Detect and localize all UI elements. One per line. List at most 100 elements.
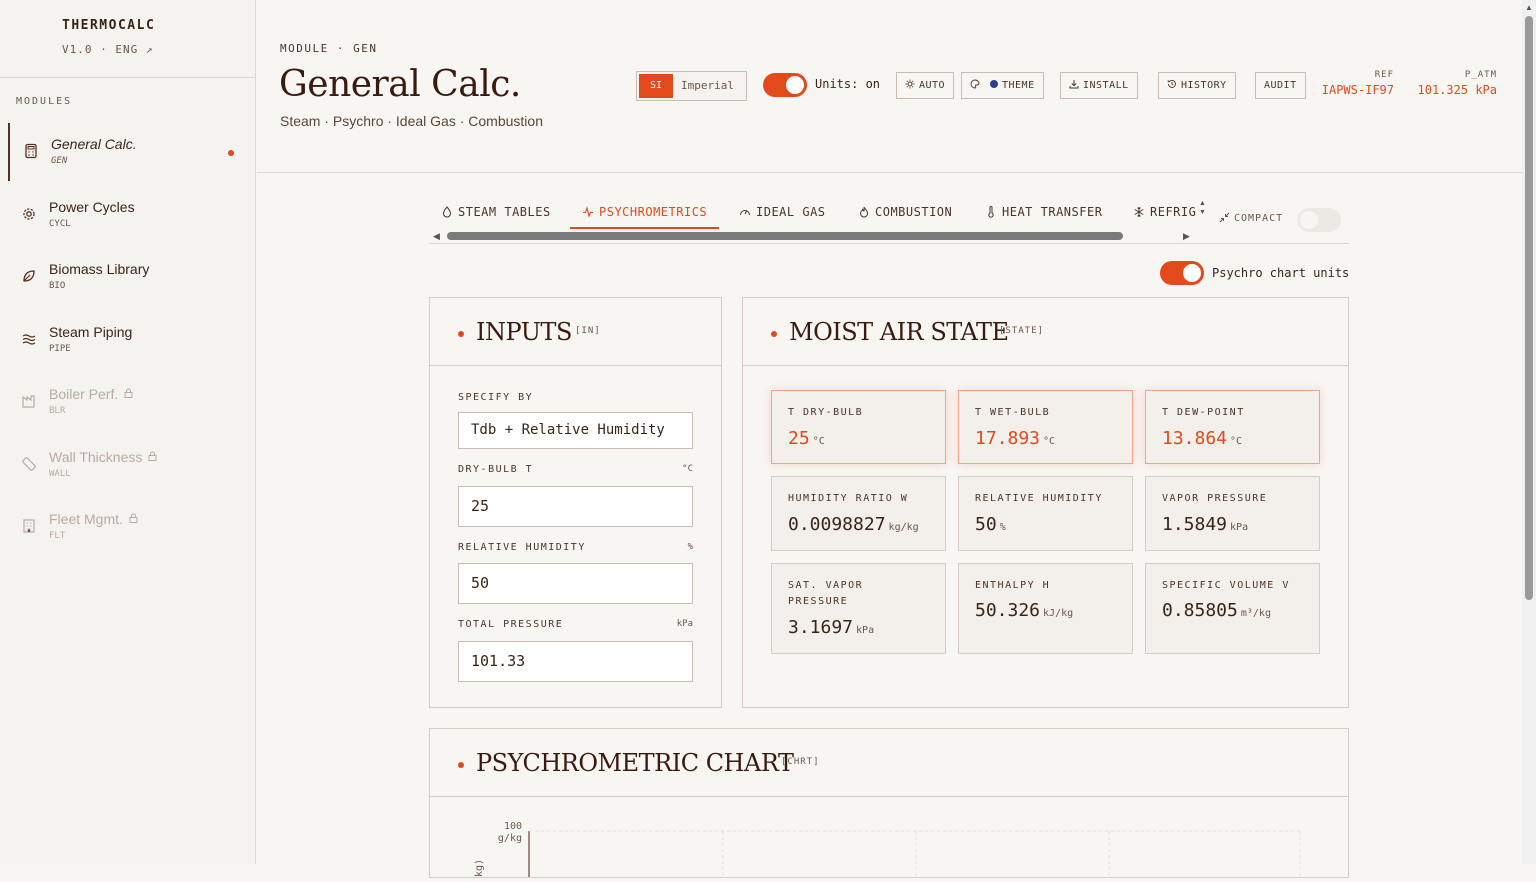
compact-toggle[interactable] — [1297, 208, 1341, 232]
result-unit: kg/kg — [888, 522, 919, 533]
auto-button[interactable]: AUTO — [896, 72, 955, 99]
sidebar-item-label-text: Boiler Perf. — [49, 386, 119, 402]
tabs-scrollbar[interactable]: ◀ ▶ — [429, 230, 1211, 242]
compact-toggle-label[interactable]: COMPACT — [1219, 212, 1283, 224]
brand[interactable]: THERMOCALC V1.0 · ENG ↗ — [62, 18, 155, 56]
result-label: SAT. VAPOR PRESSURE — [788, 580, 864, 607]
auto-button-label: AUTO — [919, 80, 946, 91]
app-name: THERMOCALC — [62, 18, 156, 33]
result-value: 0.0098827 kg/kg — [788, 514, 919, 535]
tabs-stepper-icon[interactable]: ▲ ▼ — [1199, 199, 1206, 217]
units-toggle[interactable] — [763, 73, 807, 97]
result-value: 25 °C — [788, 428, 825, 449]
theme-button[interactable]: THEME — [961, 72, 1044, 99]
ruler-icon — [22, 457, 36, 471]
tabs-scroll-thumb[interactable] — [447, 232, 1123, 240]
sidebar-item-wall-thickness[interactable]: Wall Thickness WALL — [8, 436, 246, 494]
result-card-tdb: T DRY-BULB 25 °C — [771, 390, 946, 464]
result-unit: kPa — [856, 625, 875, 636]
result-number: 50 — [975, 514, 997, 535]
tab-psychrometrics[interactable]: PSYCHROMETRICS — [570, 196, 720, 229]
flame-icon — [859, 206, 869, 218]
sidebar-item-label: Power Cycles — [49, 199, 135, 215]
install-button-label: INSTALL — [1083, 80, 1129, 91]
ref-readout: REF IAPWS-IF97 — [1321, 70, 1394, 97]
result-label: T DRY-BULB — [788, 407, 864, 418]
result-value: 17.893 °C — [975, 428, 1055, 449]
tab-refrig[interactable]: REFRIG — [1133, 196, 1196, 229]
result-unit: °C — [1043, 436, 1056, 447]
unit-system-selector: SI Imperial — [636, 71, 747, 101]
pressure-label: TOTAL PRESSURE — [458, 619, 564, 630]
result-number: 0.85805 — [1162, 600, 1238, 621]
moist-air-state-panel: MOIST AIR STATE [STATE] T DRY-BULB 25 °C … — [742, 297, 1349, 708]
tab-label: PSYCHROMETRICS — [599, 205, 708, 219]
result-value: 0.85805 m³/kg — [1162, 600, 1271, 621]
ref-label: REF — [1374, 70, 1394, 80]
scroll-up-icon[interactable]: ▲ — [1525, 3, 1533, 12]
scroll-left-icon[interactable]: ◀ — [433, 231, 440, 242]
specify-by-select[interactable]: Tdb + Relative Humidity — [458, 412, 693, 449]
scroll-right-icon[interactable]: ▶ — [1183, 231, 1190, 242]
page-title: General Calc. — [279, 64, 521, 105]
tab-label: HEAT TRANSFER — [1002, 205, 1103, 219]
sidebar-heading: MODULES — [16, 96, 73, 107]
inputs-title: INPUTS — [476, 318, 572, 346]
y-tick-unit: g/kg — [498, 833, 522, 844]
app-version[interactable]: V1.0 · ENG ↗ — [62, 43, 155, 56]
specify-by-label: SPECIFY BY — [458, 392, 534, 403]
waves-icon — [22, 334, 36, 345]
si-option[interactable]: SI — [639, 74, 673, 98]
result-card-vapor-pressure: VAPOR PRESSURE 1.5849 kPa — [1145, 476, 1320, 551]
history-icon — [1167, 80, 1176, 88]
sidebar-item-code: FLT — [49, 531, 66, 541]
sidebar-item-label: Steam Piping — [49, 324, 133, 340]
result-unit: kPa — [1230, 522, 1249, 533]
audit-button[interactable]: AUDIT — [1255, 72, 1306, 99]
history-button-label: HISTORY — [1181, 80, 1227, 91]
tab-label: STEAM TABLES — [458, 205, 551, 219]
result-label: ENTHALPY H — [975, 580, 1051, 591]
calc-tabs: STEAM TABLES PSYCHROMETRICS IDEAL GAS CO… — [429, 196, 1211, 230]
droplet-icon — [442, 206, 452, 218]
sidebar-item-biomass-library[interactable]: Biomass Library BIO — [8, 248, 246, 306]
result-number: 13.864 — [1162, 428, 1228, 449]
sidebar-item-boiler-perf[interactable]: Boiler Perf. BLR — [8, 373, 246, 431]
psychro-units-toggle[interactable] — [1160, 261, 1204, 285]
rh-label: RELATIVE HUMIDITY — [458, 542, 586, 553]
sidebar-item-power-cycles[interactable]: Power Cycles CYCL — [8, 186, 246, 244]
minimize-icon — [1219, 212, 1230, 223]
state-tag: [STATE] — [999, 326, 1044, 336]
sidebar-item-general-calc[interactable]: General Calc. GEN — [8, 123, 246, 181]
page-scroll-thumb[interactable] — [1525, 16, 1533, 600]
chart-panel-header: PSYCHROMETRIC CHART [CHRT] — [430, 729, 1348, 797]
gauge-icon — [740, 210, 750, 216]
result-unit: kJ/kg — [1043, 608, 1074, 619]
tab-steam-tables[interactable]: STEAM TABLES — [441, 196, 551, 229]
calculator-icon — [25, 143, 37, 159]
tab-combustion[interactable]: COMBUSTION — [858, 196, 952, 229]
sidebar-item-fleet-mgmt[interactable]: Fleet Mgmt. FLT — [8, 498, 246, 556]
result-value: 3.1697 kPa — [788, 617, 874, 638]
install-button[interactable]: INSTALL — [1060, 72, 1138, 99]
result-unit: °C — [1230, 436, 1243, 447]
panel-bullet — [458, 762, 464, 768]
tab-ideal-gas[interactable]: IDEAL GAS — [739, 196, 826, 229]
sidebar-item-code: GEN — [51, 156, 68, 166]
tab-heat-transfer[interactable]: HEAT TRANSFER — [985, 196, 1102, 229]
breadcrumb: MODULE · GEN — [280, 42, 378, 55]
thermometer-icon — [988, 206, 994, 218]
theme-button-label: THEME — [1002, 80, 1035, 91]
y-axis-label: kg) — [474, 859, 485, 877]
psychrometric-chart[interactable]: 100 g/kg kg) — [430, 797, 1348, 877]
sidebar-item-steam-piping[interactable]: Steam Piping PIPE — [8, 311, 246, 369]
rh-input[interactable]: 50 — [458, 563, 693, 604]
result-value: 1.5849 kPa — [1162, 514, 1248, 535]
ref-value: IAPWS-IF97 — [1321, 83, 1394, 97]
drybulb-input[interactable]: 25 — [458, 486, 693, 527]
page-scrollbar[interactable]: ▲ — [1522, 0, 1536, 864]
audit-button-label: AUDIT — [1264, 80, 1297, 91]
history-button[interactable]: HISTORY — [1158, 72, 1236, 99]
imperial-option[interactable]: Imperial — [681, 74, 734, 98]
pressure-input[interactable]: 101.33 — [458, 641, 693, 682]
